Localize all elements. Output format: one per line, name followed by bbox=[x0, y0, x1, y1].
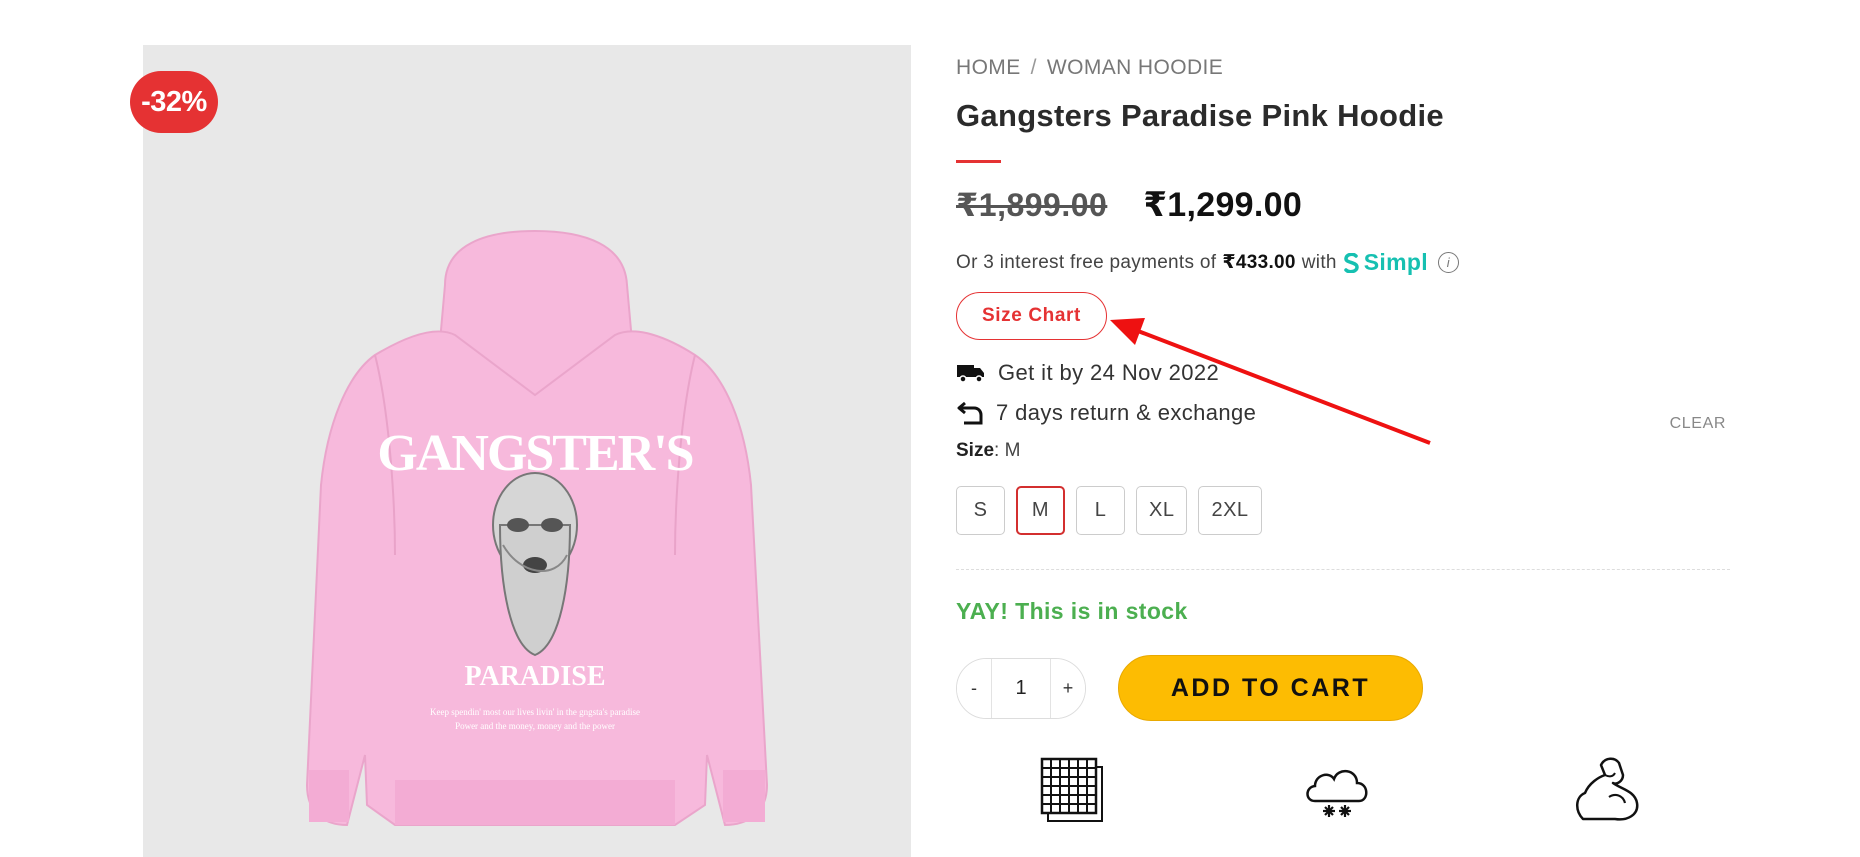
selected-size: M bbox=[1004, 440, 1021, 461]
size-option-2xl[interactable]: 2XL bbox=[1198, 486, 1262, 535]
fabric-mesh-icon bbox=[1040, 757, 1103, 822]
section-divider bbox=[956, 569, 1730, 570]
emi-with: with bbox=[1301, 251, 1337, 273]
feature-icons bbox=[956, 753, 1726, 828]
product-title: Gangsters Paradise Pink Hoodie bbox=[956, 98, 1444, 133]
stock-status: YAY! This is in stock bbox=[956, 598, 1188, 624]
cart-row: - 1 + ADD TO CART bbox=[956, 655, 1726, 721]
size-option-l[interactable]: L bbox=[1076, 486, 1125, 535]
size-label: Size: M bbox=[956, 440, 1021, 461]
print-line-1: Keep spendin' most our lives livin' in t… bbox=[430, 707, 640, 717]
cloud-snow-icon bbox=[1306, 770, 1368, 817]
original-price: ₹1,899.00 bbox=[956, 187, 1108, 223]
return-text: 7 days return & exchange bbox=[996, 400, 1257, 425]
emi-prefix: Or 3 interest free payments of bbox=[956, 251, 1217, 273]
print-line-2: Power and the money, money and the power bbox=[455, 721, 615, 731]
quantity-input[interactable]: 1 bbox=[991, 658, 1051, 718]
return-policy: 7 days return & exchange bbox=[956, 400, 1726, 426]
size-label-text: Size bbox=[956, 440, 995, 461]
flexed-arm-icon bbox=[1576, 757, 1639, 821]
clear-size-link[interactable]: CLEAR bbox=[1670, 415, 1726, 433]
info-icon[interactable]: i bbox=[1437, 252, 1459, 273]
breadcrumb-category[interactable]: WOMAN HOODIE bbox=[1047, 56, 1223, 80]
simpl-icon bbox=[1344, 252, 1359, 273]
simpl-label: Simpl bbox=[1363, 249, 1428, 275]
print-subtitle: PARADISE bbox=[464, 661, 605, 692]
quantity-decrease-button[interactable]: - bbox=[957, 658, 991, 718]
delivery-estimate: Get it by 24 Nov 2022 bbox=[956, 360, 1726, 386]
discount-badge: -32% bbox=[130, 71, 218, 133]
hoodie-illustration: GANGSTER'S PARADISE Keep spendin' most o… bbox=[255, 225, 815, 857]
emi-amount: ₹433.00 bbox=[1222, 252, 1296, 273]
breadcrumb-home[interactable]: HOME bbox=[956, 56, 1021, 80]
add-to-cart-button[interactable]: ADD TO CART bbox=[1118, 655, 1423, 721]
quantity-stepper: - 1 + bbox=[956, 657, 1086, 719]
product-info: HOME / WOMAN HOODIE Gangsters Paradise P… bbox=[956, 56, 1730, 828]
simpl-logo[interactable]: Simpl bbox=[1343, 249, 1428, 276]
emi-offer: Or 3 interest free payments of ₹433.00 w… bbox=[956, 249, 1726, 276]
size-chart-button[interactable]: Size Chart bbox=[956, 292, 1107, 340]
breadcrumb: HOME / WOMAN HOODIE bbox=[956, 56, 1726, 80]
size-option-m[interactable]: M bbox=[1016, 486, 1065, 535]
delivery-text: Get it by 24 Nov 2022 bbox=[998, 360, 1220, 385]
breadcrumb-separator: / bbox=[1030, 56, 1037, 79]
size-option-xl[interactable]: XL bbox=[1136, 486, 1188, 535]
price-block: ₹1,899.00 ₹1,299.00 bbox=[956, 185, 1726, 225]
product-image[interactable]: GANGSTER'S PARADISE Keep spendin' most o… bbox=[143, 45, 911, 857]
sale-price: ₹1,299.00 bbox=[1143, 186, 1303, 224]
quantity-increase-button[interactable]: + bbox=[1051, 658, 1085, 718]
delivery-truck-icon bbox=[957, 365, 984, 383]
size-options: S M L XL 2XL bbox=[956, 486, 1726, 535]
title-divider bbox=[956, 160, 1001, 163]
size-option-s[interactable]: S bbox=[956, 486, 1005, 535]
return-arrow-icon bbox=[957, 401, 983, 425]
